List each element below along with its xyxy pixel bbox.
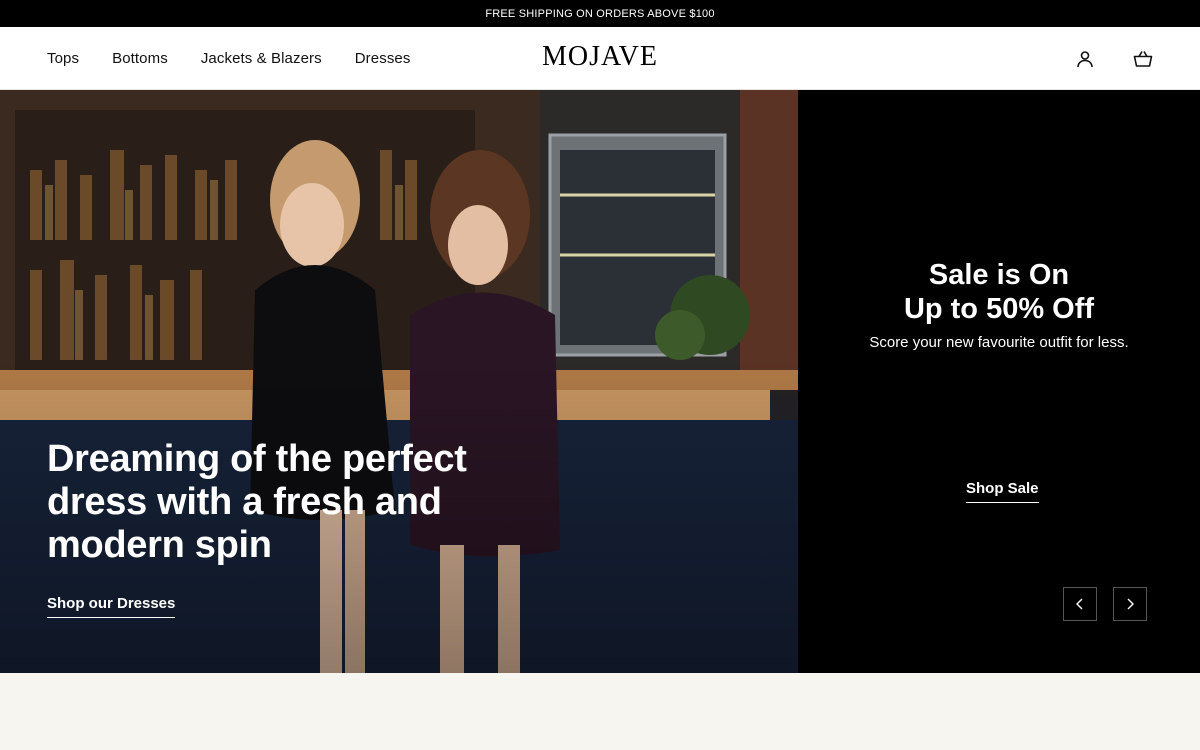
- below-hero-section: [0, 673, 1200, 750]
- chevron-right-icon: [1127, 598, 1134, 610]
- promo-subtitle: Score your new favourite outfit for less…: [869, 334, 1129, 351]
- slider-next-button[interactable]: [1113, 587, 1147, 621]
- announcement-bar: FREE SHIPPING ON ORDERS ABOVE $100: [0, 0, 1200, 27]
- account-icon[interactable]: [1074, 48, 1096, 70]
- shop-sale-link[interactable]: Shop Sale: [966, 480, 1039, 503]
- hero-section: Dreaming of the perfect dress with a fre…: [0, 90, 1200, 673]
- announcement-text: FREE SHIPPING ON ORDERS ABOVE $100: [485, 7, 715, 20]
- cart-icon[interactable]: [1132, 48, 1154, 70]
- shop-dresses-link[interactable]: Shop our Dresses: [47, 595, 176, 618]
- sale-promo-panel: Sale is On Up to 50% Off Score your new …: [798, 90, 1200, 673]
- slider-prev-button[interactable]: [1063, 587, 1097, 621]
- site-header: Tops Bottoms Jackets & Blazers Dresses M…: [0, 27, 1200, 90]
- hero-headline: Dreaming of the perfect dress with a fre…: [47, 438, 467, 566]
- hero-image: Dreaming of the perfect dress with a fre…: [0, 90, 798, 673]
- promo-title-line1: Sale is On: [928, 259, 1070, 291]
- promo-title: Sale is On Up to 50% Off: [798, 258, 1200, 326]
- chevron-left-icon: [1076, 598, 1083, 610]
- site-logo[interactable]: MOJAVE: [0, 41, 1200, 73]
- header-actions: [1074, 27, 1154, 90]
- promo-title-line2: Up to 50% Off: [903, 293, 1095, 325]
